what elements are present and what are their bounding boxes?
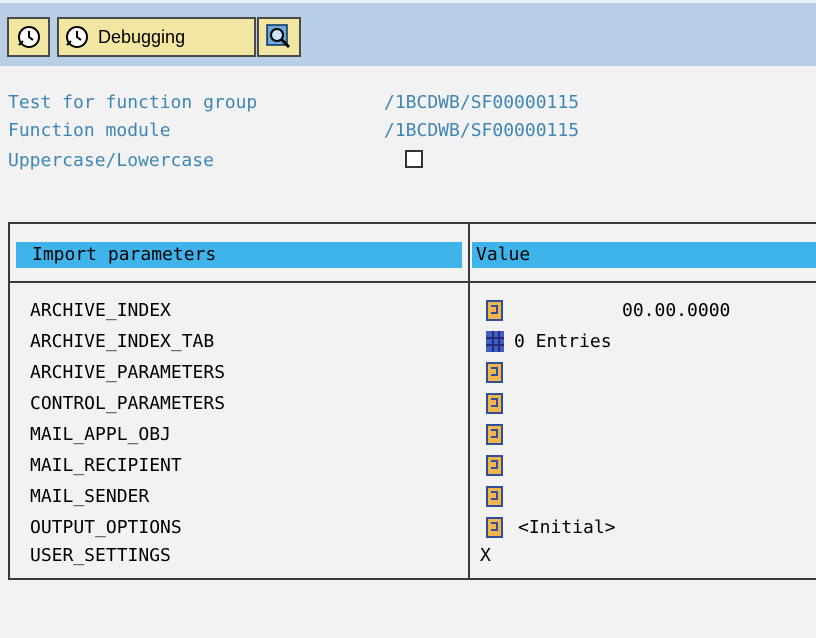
clock-debug-icon bbox=[66, 26, 88, 48]
toolbar-top-border bbox=[0, 0, 816, 3]
param-value[interactable]: 0 Entries bbox=[514, 331, 612, 352]
param-structure-icon[interactable] bbox=[486, 455, 503, 476]
column-divider bbox=[468, 224, 470, 578]
param-structure-icon[interactable] bbox=[486, 393, 503, 414]
clock-execute-icon bbox=[17, 26, 40, 48]
debugging-button-label: Debugging bbox=[98, 26, 186, 47]
find-button[interactable] bbox=[257, 17, 301, 57]
execute-button[interactable] bbox=[7, 17, 50, 57]
uppercase-lowercase-checkbox[interactable] bbox=[405, 150, 423, 168]
debugging-button[interactable]: Debugging bbox=[57, 17, 256, 57]
param-archive-parameters[interactable]: ARCHIVE_PARAMETERS bbox=[30, 362, 225, 383]
uppercase-lowercase-label: Uppercase/Lowercase bbox=[8, 150, 214, 171]
param-archive-index-tab[interactable]: ARCHIVE_INDEX_TAB bbox=[30, 331, 214, 352]
param-structure-icon[interactable] bbox=[486, 486, 503, 507]
param-mail-sender[interactable]: MAIL_SENDER bbox=[30, 486, 149, 507]
function-group-value: /1BCDWB/SF00000115 bbox=[384, 92, 580, 113]
function-module-label: Function module bbox=[8, 120, 171, 141]
param-value[interactable]: X bbox=[480, 545, 491, 566]
param-structure-icon[interactable] bbox=[486, 424, 503, 445]
param-output-options[interactable]: OUTPUT_OPTIONS bbox=[30, 517, 182, 538]
param-value[interactable]: <Initial> bbox=[518, 517, 616, 538]
param-structure-icon[interactable] bbox=[486, 362, 503, 383]
magnifier-icon bbox=[266, 24, 291, 49]
param-structure-icon[interactable] bbox=[486, 517, 503, 538]
param-structure-icon[interactable] bbox=[486, 300, 503, 321]
table-icon[interactable] bbox=[486, 331, 504, 352]
header-separator bbox=[10, 281, 816, 283]
param-mail-appl-obj[interactable]: MAIL_APPL_OBJ bbox=[30, 424, 171, 445]
application-toolbar: Debugging bbox=[0, 0, 816, 66]
param-value[interactable]: 00.00.0000 bbox=[622, 300, 730, 321]
param-user-settings[interactable]: USER_SETTINGS bbox=[30, 545, 171, 566]
value-header: Value bbox=[472, 242, 816, 268]
import-parameters-header: Import parameters bbox=[16, 242, 462, 268]
function-module-value: /1BCDWB/SF00000115 bbox=[384, 120, 580, 141]
param-control-parameters[interactable]: CONTROL_PARAMETERS bbox=[30, 393, 225, 414]
import-parameters-table: Import parameters Value ARCHIVE_INDEX 00… bbox=[8, 222, 816, 580]
param-mail-recipient[interactable]: MAIL_RECIPIENT bbox=[30, 455, 182, 476]
param-archive-index[interactable]: ARCHIVE_INDEX bbox=[30, 300, 171, 321]
function-group-label: Test for function group bbox=[8, 92, 258, 113]
